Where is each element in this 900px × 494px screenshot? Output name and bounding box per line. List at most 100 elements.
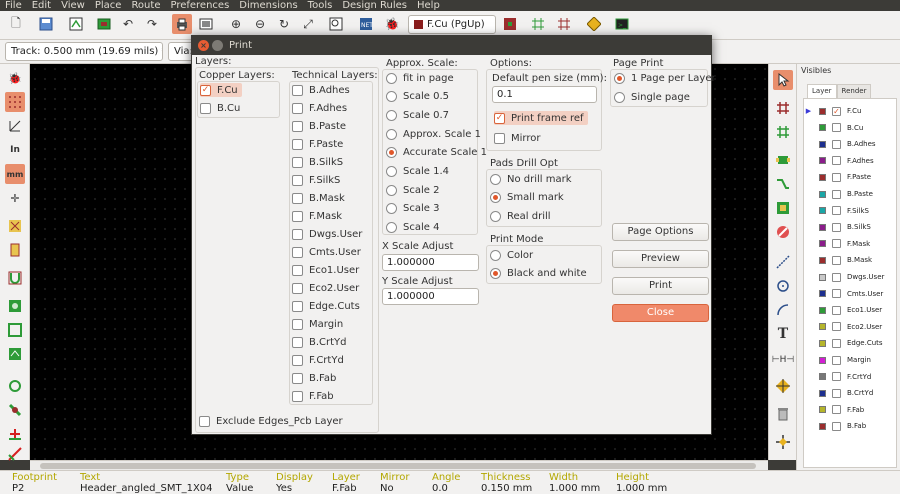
layer-pair-icon[interactable]: [500, 14, 520, 34]
layer-row-cmts-user[interactable]: Cmts.User: [804, 286, 896, 302]
layer-row-f-adhes[interactable]: F.Adhes: [804, 153, 896, 169]
layer-visibility-checkbox[interactable]: [832, 388, 841, 398]
preview-button[interactable]: Preview: [612, 250, 709, 268]
tab-layer[interactable]: Layer: [807, 84, 837, 98]
print-mode-option-0[interactable]: Color: [490, 248, 533, 262]
grid-origin-icon[interactable]: [773, 432, 793, 452]
scale-option-1[interactable]: Scale 0.5: [386, 90, 449, 104]
layer-visibility-checkbox[interactable]: [832, 272, 841, 282]
grid-pads-icon[interactable]: [554, 14, 574, 34]
track-width-select[interactable]: Track: 0.500 mm (19.69 mils) * ▾: [5, 42, 163, 61]
drill-option-1[interactable]: Small mark: [490, 191, 564, 205]
layer-color-swatch[interactable]: [819, 157, 826, 165]
millimeters-icon[interactable]: mm: [5, 164, 25, 184]
layer-visibility-checkbox[interactable]: [832, 289, 841, 299]
print-frame-ref-checkbox[interactable]: ✓ Print frame ref: [494, 111, 588, 125]
grid-icon[interactable]: [5, 92, 25, 112]
layer-select[interactable]: F.Cu (PgUp): [408, 15, 496, 34]
close-button[interactable]: Close: [612, 304, 709, 322]
tech-layer-dwgs-user[interactable]: Dwgs.User: [292, 227, 362, 241]
layer-row-b-cu[interactable]: B.Cu: [804, 120, 896, 136]
redraw-icon[interactable]: ↻: [274, 14, 294, 34]
tech-layer-eco1-user[interactable]: Eco1.User: [292, 263, 359, 277]
layer-visibility-checkbox[interactable]: ✓: [832, 106, 841, 116]
menu-item-file[interactable]: File: [0, 0, 27, 11]
tech-layer-cmts-user[interactable]: Cmts.User: [292, 245, 361, 259]
layer-color-swatch[interactable]: [819, 306, 826, 314]
grid-icon[interactable]: [528, 14, 548, 34]
dimension-icon[interactable]: ⊢H⊣: [772, 350, 794, 370]
menu-item-route[interactable]: Route: [126, 0, 165, 11]
netlist-icon[interactable]: NET: [356, 14, 376, 34]
add-arc-icon[interactable]: [773, 300, 793, 320]
layer-visibility-checkbox[interactable]: [832, 206, 841, 216]
layer-color-swatch[interactable]: [819, 107, 826, 115]
route-track-icon[interactable]: [773, 174, 793, 194]
layer-row-eco2-user[interactable]: Eco2.User: [804, 319, 896, 335]
layer-visibility-checkbox[interactable]: [832, 239, 841, 249]
find-icon[interactable]: [326, 14, 346, 34]
select-arrow-icon[interactable]: [773, 70, 793, 90]
layer-row-b-adhes[interactable]: B.Adhes: [804, 136, 896, 152]
layer-visibility-checkbox[interactable]: [832, 305, 841, 315]
scale-option-8[interactable]: Scale 4: [386, 221, 439, 235]
layer-color-swatch[interactable]: [819, 389, 826, 397]
layer-color-swatch[interactable]: [819, 140, 826, 148]
pen-size-input[interactable]: 0.1: [492, 86, 597, 103]
layer-visibility-checkbox[interactable]: [832, 421, 841, 431]
layer-row-margin[interactable]: Margin: [804, 352, 896, 368]
save-icon[interactable]: [36, 14, 56, 34]
scale-option-4[interactable]: Accurate Scale 1: [386, 146, 487, 160]
menu-item-place[interactable]: Place: [90, 0, 127, 11]
add-zone-icon[interactable]: [773, 222, 793, 242]
pad-sketch-icon[interactable]: [5, 376, 25, 396]
menu-item-preferences[interactable]: Preferences: [165, 0, 234, 11]
tech-layer-edge-cuts[interactable]: Edge.Cuts: [292, 299, 360, 313]
layer-color-swatch[interactable]: [819, 124, 826, 132]
copper-layer-f-cu[interactable]: ✓ F.Cu: [200, 83, 242, 97]
layer-row-dwgs-user[interactable]: Dwgs.User: [804, 269, 896, 285]
layer-row-b-paste[interactable]: B.Paste: [804, 186, 896, 202]
layer-row-eco1-user[interactable]: Eco1.User: [804, 302, 896, 318]
layer-visibility-checkbox[interactable]: [832, 355, 841, 365]
zone-outline-icon[interactable]: [5, 320, 25, 340]
layer-visibility-checkbox[interactable]: [832, 405, 841, 415]
ratsnest-icon[interactable]: [5, 216, 25, 236]
delete-icon[interactable]: [773, 404, 793, 424]
new-board-icon[interactable]: 🗋: [6, 14, 26, 34]
print-icon[interactable]: [172, 14, 192, 34]
tech-layer-b-paste[interactable]: B.Paste: [292, 119, 346, 133]
filled-zones-icon[interactable]: [5, 344, 25, 364]
tech-layer-b-fab[interactable]: B.Fab: [292, 371, 336, 385]
layer-color-swatch[interactable]: [819, 373, 826, 381]
redo-icon[interactable]: ↷: [142, 14, 162, 34]
layer-row-f-silks[interactable]: F.SilkS: [804, 203, 896, 219]
minimize-icon[interactable]: [212, 40, 223, 51]
layer-row-f-fab[interactable]: F.Fab: [804, 402, 896, 418]
highlight-net-icon[interactable]: [773, 98, 793, 118]
layer-color-swatch[interactable]: [819, 190, 826, 198]
layer-color-swatch[interactable]: [819, 223, 826, 231]
plot-icon[interactable]: [196, 14, 216, 34]
cursor-shape-icon[interactable]: ✛: [5, 188, 25, 208]
layer-row-edge-cuts[interactable]: Edge.Cuts: [804, 335, 896, 351]
zoom-fit-icon[interactable]: ⤢: [298, 14, 318, 34]
tech-layer-f-crtyd[interactable]: F.CrtYd: [292, 353, 344, 367]
tech-layer-b-mask[interactable]: B.Mask: [292, 191, 345, 205]
menu-item-view[interactable]: View: [56, 0, 90, 11]
print-button[interactable]: Print: [612, 277, 709, 295]
menu-item-edit[interactable]: Edit: [27, 0, 56, 11]
drill-option-0[interactable]: No drill mark: [490, 172, 572, 186]
layer-color-swatch[interactable]: [819, 207, 826, 215]
scale-option-2[interactable]: Scale 0.7: [386, 108, 449, 122]
scale-option-3[interactable]: Approx. Scale 1: [386, 127, 481, 141]
scale-option-6[interactable]: Scale 2: [386, 183, 439, 197]
layer-visibility-checkbox[interactable]: [832, 255, 841, 265]
tech-layer-f-silks[interactable]: F.SilkS: [292, 173, 340, 187]
exclude-edges-checkbox[interactable]: Exclude Edges_Pcb Layer: [199, 414, 343, 428]
via-sketch-icon[interactable]: [5, 400, 25, 420]
show-zones-icon[interactable]: [5, 296, 25, 316]
scale-option-7[interactable]: Scale 3: [386, 202, 439, 216]
microwave-icon[interactable]: [5, 268, 25, 288]
polar-coords-icon[interactable]: [5, 116, 25, 136]
